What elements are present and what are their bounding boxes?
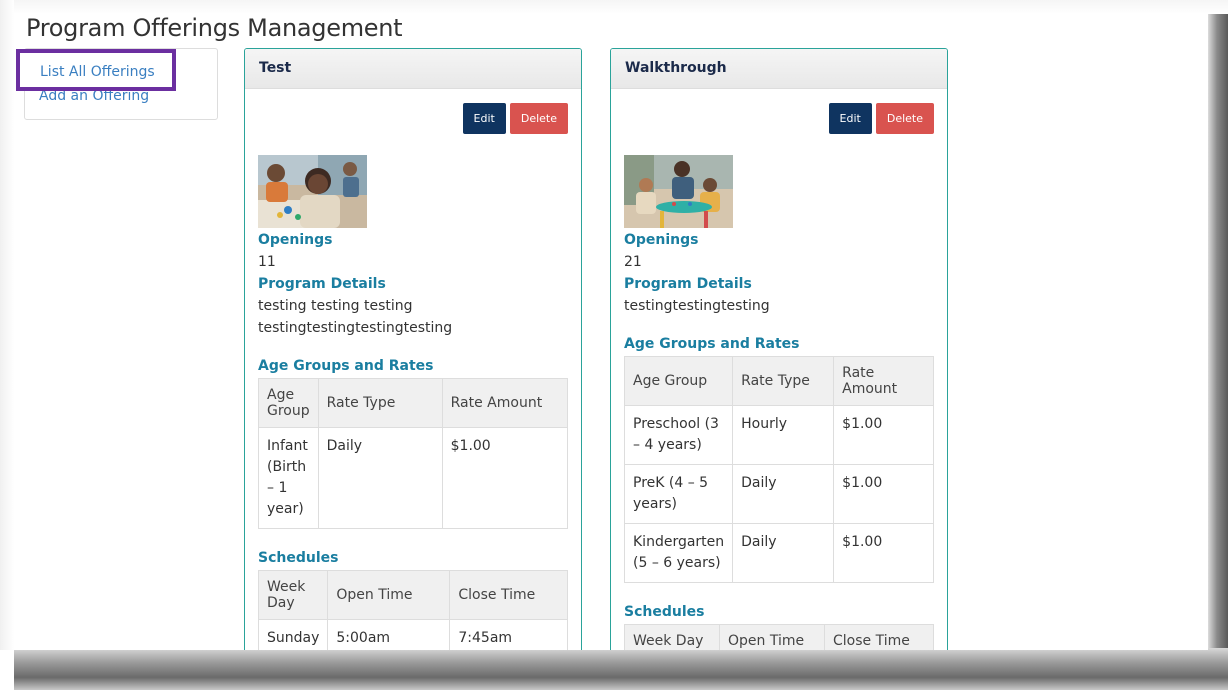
column-header-week-day: Week Day: [624, 624, 720, 650]
table-cell-rate-amount: $1.00: [441, 427, 569, 529]
table-cell-age-group: Kindergarten (5 – 6 years): [623, 523, 734, 583]
offering-details: Openings 11 Program Details testing test…: [257, 229, 569, 650]
panel-actions: Edit Delete: [828, 103, 934, 134]
offering-panel-test: Test Edit Delete Openings 11 Program Det…: [244, 48, 582, 650]
schedules-table: Week Day Open Time Close Time Sunday 5:0…: [257, 570, 568, 650]
table-header-row: Week Day Open Time Close Time: [257, 570, 568, 620]
screenshot-frame-left: [0, 0, 14, 650]
table-cell-rate-type: Hourly: [732, 405, 835, 465]
program-details-label: Program Details: [258, 276, 386, 292]
program-details-value: testingtestingtesting: [624, 298, 770, 314]
edit-button[interactable]: Edit: [828, 103, 872, 134]
offering-photo: [258, 155, 367, 228]
openings-value: 11: [258, 254, 276, 270]
page-viewport: Program Offerings Management List All Of…: [14, 14, 1208, 650]
offering-panel-walkthrough: Walkthrough Edit Delete Openings 21 Prog…: [610, 48, 948, 650]
table-cell-rate-type: Daily: [732, 523, 835, 583]
column-header-close-time: Close Time: [824, 624, 934, 650]
panel-actions: Edit Delete: [462, 103, 568, 134]
offering-photo: [624, 155, 733, 228]
sidebar-item-list-all-highlighted[interactable]: List All Offerings: [40, 64, 155, 80]
table-cell-rate-amount: $1.00: [833, 523, 934, 583]
offering-details: Openings 21 Program Details testingtesti…: [623, 229, 934, 650]
column-header-open-time: Open Time: [327, 570, 451, 620]
screenshot-frame-top: [0, 0, 1228, 14]
table-cell-age-group: PreK (4 – 5 years): [623, 464, 734, 524]
panel-heading: Test: [245, 49, 581, 89]
table-row: Kindergarten (5 – 6 years) Daily $1.00: [623, 523, 934, 583]
column-header-rate-type: Rate Type: [317, 378, 443, 428]
offering-photo-image: [624, 155, 733, 228]
program-details-label: Program Details: [624, 276, 752, 292]
table-cell-close-time: 7:45am: [449, 619, 568, 650]
openings-label: Openings: [624, 232, 699, 248]
offering-photo-image: [258, 155, 367, 228]
age-groups-label: Age Groups and Rates: [258, 358, 434, 374]
page-title: Program Offerings Management: [26, 14, 403, 42]
delete-button[interactable]: Delete: [509, 103, 568, 134]
column-header-rate-type: Rate Type: [732, 356, 835, 406]
table-cell-rate-type: Daily: [317, 427, 443, 529]
screenshot-frame-shadow-bottom: [14, 648, 1228, 690]
table-row: Infant (Birth – 1 year) Daily $1.00: [258, 427, 569, 529]
table-header-row: Week Day Open Time Close Time: [624, 624, 934, 650]
table-cell-rate-amount: $1.00: [833, 405, 934, 465]
edit-button[interactable]: Edit: [462, 103, 506, 134]
column-header-open-time: Open Time: [719, 624, 825, 650]
screenshot-frame-shadow-right: [1208, 14, 1228, 690]
table-row: Sunday 5:00am 7:45am: [257, 619, 568, 650]
table-cell-rate-amount: $1.00: [833, 464, 934, 524]
table-cell-open-time: 5:00am: [327, 619, 451, 650]
table-cell-week-day: Sunday: [257, 619, 329, 650]
table-cell-rate-type: Daily: [732, 464, 835, 524]
openings-label: Openings: [258, 232, 333, 248]
column-header-rate-amount: Rate Amount: [833, 356, 934, 406]
table-row: Preschool (3 – 4 years) Hourly $1.00: [623, 405, 934, 465]
schedules-label: Schedules: [624, 604, 705, 620]
openings-value: 21: [624, 254, 642, 270]
program-details-value: testing testing testing testingtestingte…: [258, 298, 453, 336]
table-header-row: Age Group Rate Type Rate Amount: [623, 356, 934, 406]
table-cell-age-group: Infant (Birth – 1 year): [258, 427, 319, 529]
table-cell-age-group: Preschool (3 – 4 years): [623, 405, 734, 465]
schedules-label: Schedules: [258, 550, 339, 566]
schedules-table: Week Day Open Time Close Time: [624, 624, 934, 650]
table-header-row: Age Group Rate Type Rate Amount: [258, 378, 569, 428]
column-header-close-time: Close Time: [449, 570, 568, 620]
panel-heading: Walkthrough: [611, 49, 947, 89]
delete-button[interactable]: Delete: [875, 103, 934, 134]
age-groups-label: Age Groups and Rates: [624, 336, 800, 352]
table-row: PreK (4 – 5 years) Daily $1.00: [623, 464, 934, 524]
column-header-rate-amount: Rate Amount: [441, 378, 569, 428]
age-groups-table: Age Group Rate Type Rate Amount Preschoo…: [623, 356, 934, 583]
column-header-age-group: Age Group: [623, 356, 734, 406]
age-groups-table: Age Group Rate Type Rate Amount Infant (…: [258, 378, 569, 529]
column-header-age-group: Age Group: [258, 378, 319, 428]
column-header-week-day: Week Day: [257, 570, 329, 620]
